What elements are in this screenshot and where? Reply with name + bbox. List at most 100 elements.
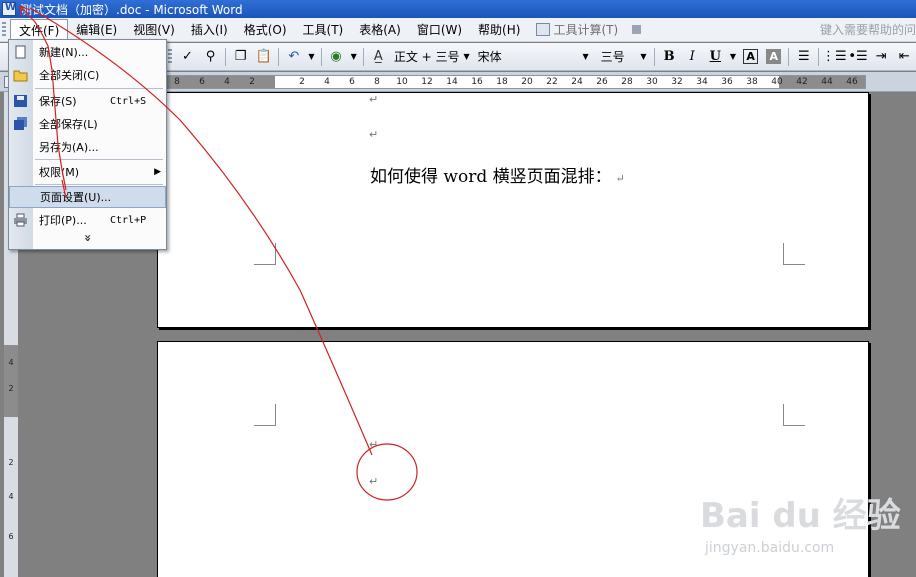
menu-file[interactable]: 文件(F) [10,18,69,41]
menu-format[interactable]: 格式(O) [236,19,295,40]
size-value: 三号 [600,50,625,64]
ruler-tick: 12 [421,77,433,87]
hyperlink-globe-icon[interactable]: ◉ [326,47,345,67]
menu-help[interactable]: 帮助(H) [470,19,528,40]
menu-window[interactable]: 窗口(W) [409,19,470,40]
help-search-input[interactable]: 键入需要帮助的问 [820,21,916,38]
file-menu-page-setup[interactable]: 页面设置(U)... [9,186,166,208]
calculator-icon [536,23,551,36]
title-bar: 测试文档（加密）.doc - Microsoft Word [0,0,916,18]
word-window: 测试文档（加密）.doc - Microsoft Word 文件(F) 编辑(E… [0,0,916,577]
file-menu-print[interactable]: 打印(P)... Ctrl+P [9,209,166,231]
toolbar-divider [320,47,322,66]
ruler-tick: 34 [696,77,708,87]
baidu-watermark: Bai du 经验 [700,496,901,536]
document-heading[interactable]: 如何使得 word 横竖页面混排： ↵ [370,162,625,187]
toolbar-grip[interactable] [168,48,172,65]
ruler-tick: 28 [621,77,633,87]
underline-dropdown-icon[interactable]: ▼ [730,52,736,61]
file-menu-close-all[interactable]: 全部关闭(C) [9,64,166,86]
file-menu-page-setup-label: 页面设置(U)... [40,191,112,204]
ruler-tick: 44 [821,77,833,87]
menu-tools[interactable]: 工具(T) [295,19,352,40]
ruler-tick: 4 [224,77,230,87]
paragraph-mark: ↵ [369,475,379,488]
undo-icon[interactable]: ↶ [284,47,303,67]
styles-formatting-icon[interactable]: A̲ [369,47,388,67]
outdent-icon[interactable]: ⇤ [895,47,914,67]
undo-dropdown-icon[interactable]: ▼ [308,52,314,61]
stop-icon[interactable] [632,25,642,34]
char-shading-button[interactable]: A [764,47,783,67]
file-menu-save-as[interactable]: 另存为(A)... [9,136,166,158]
ruler-tick: 14 [446,77,458,87]
bold-button[interactable]: B [660,47,679,67]
menu-edit[interactable]: 编辑(E) [68,19,125,40]
window-title: 测试文档（加密）.doc - Microsoft Word [20,2,243,17]
chevron-down-icon: ▼ [582,52,589,61]
menu-divider [35,184,163,185]
numbering-icon[interactable]: ⋮☰ [822,47,847,67]
ruler-tick: 22 [546,77,558,87]
copy-icon[interactable]: ❐ [231,47,250,67]
ruler-tick: 2 [299,77,305,87]
ruler-tick: 18 [496,77,508,87]
ruler-tick: 38 [746,77,758,87]
italic-button[interactable]: I [683,47,702,67]
printer-icon [14,213,27,227]
menu-tool-calc[interactable]: 工具计算(T) [528,19,626,40]
menu-table[interactable]: 表格(A) [351,19,409,40]
submenu-arrow-icon: ▶ [154,167,161,177]
bullets-icon[interactable]: •☰ [848,47,867,67]
toolbar-divider [818,47,820,66]
save-all-icon [14,117,27,130]
word-app-icon[interactable] [2,2,16,16]
indent-icon[interactable]: ⇥ [872,47,891,67]
file-menu-save-all[interactable]: 全部保存(L) [9,113,166,135]
menu-view[interactable]: 视图(V) [125,19,183,40]
size-select[interactable]: 三号 ▼ [597,48,651,66]
ruler-tick: 42 [796,77,808,87]
ruler-tick: 26 [596,77,608,87]
file-menu-new[interactable]: 新建(N)... [9,41,166,63]
file-menu-permission[interactable]: 权限(M) ▶ [9,161,166,183]
research-icon[interactable]: ⚲ [201,47,220,67]
folder-icon [13,70,28,82]
ruler-tick: 8 [374,77,380,87]
heading-text: 如何使得 word 横竖页面混排： [370,167,612,187]
ruler-tick: 10 [396,77,408,87]
char-border-button[interactable]: A [741,47,760,67]
toolbar-divider [225,47,227,66]
ruler-tick: 16 [471,77,483,87]
font-select[interactable]: 宋体 ▼ [474,48,593,66]
toolbar-divider [788,47,790,66]
horizontal-ruler[interactable]: 8 6 4 2 2 4 6 8 10 12 14 16 18 20 22 24 … [160,75,866,89]
menu-expand-chevron-icon[interactable]: » [9,231,166,249]
file-menu-dropdown: 新建(N)... 全部关闭(C) 保存(S) Ctrl+S 全部保存(L) 另存… [8,39,167,250]
ruler-tick: 40 [771,77,783,87]
menu-insert[interactable]: 插入(I) [183,19,236,40]
menubar-grip[interactable] [2,21,6,38]
ruler-tick: 4 [324,77,330,87]
document-page-1[interactable]: ↵ ↵ 如何使得 word 横竖页面混排： ↵ [157,92,869,328]
toolbar-divider [362,47,364,66]
paste-icon[interactable]: 📋 [254,47,273,67]
ruler-tick: 30 [646,77,658,87]
ruler-tick: 2 [249,77,255,87]
file-menu-print-shortcut: Ctrl+P [110,214,147,226]
more-dropdown-icon[interactable]: ▼ [351,52,357,61]
file-menu-save[interactable]: 保存(S) Ctrl+S [9,90,166,112]
font-value: 宋体 [477,50,502,64]
align-justify-icon[interactable]: ☰ [794,47,813,67]
file-menu-save-label: 保存(S) [39,95,77,108]
file-menu-new-label: 新建(N)... [39,46,89,59]
save-disk-icon [14,95,27,107]
menu-divider [35,88,163,89]
underline-button[interactable]: U [706,47,725,67]
char-border-label: A [743,49,759,64]
style-select[interactable]: 正文 + 三号 ▼ [390,48,474,66]
vruler-tick: 2 [8,458,14,467]
spelling-icon[interactable]: ✓ [178,47,197,67]
ruler-tick: 36 [721,77,733,87]
toolbar-divider [278,47,280,66]
